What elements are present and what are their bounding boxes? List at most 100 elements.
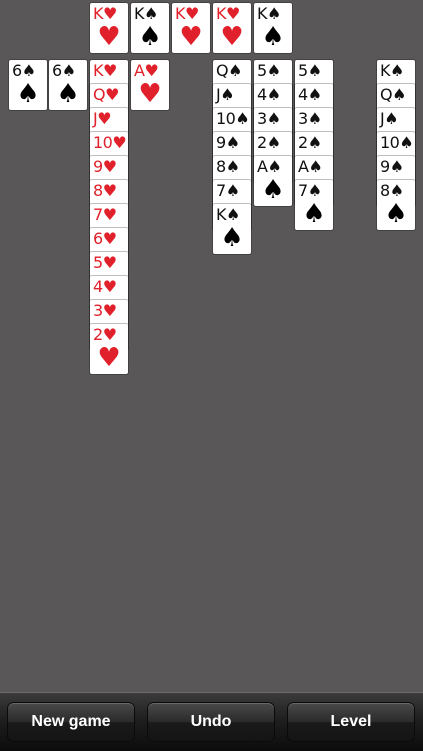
spade-icon: ♠ xyxy=(399,133,414,152)
card-rank: 8 xyxy=(380,181,390,200)
card-rank: 3 xyxy=(257,109,267,128)
heart-icon: ♥ xyxy=(185,4,199,23)
card-rank-suit: 5♠ xyxy=(257,61,281,81)
heart-icon: ♥ xyxy=(102,157,117,176)
heart-icon: ♥ xyxy=(102,181,117,200)
spade-icon: ♠ xyxy=(225,157,240,176)
card-rank: 2 xyxy=(298,133,308,152)
tableau-card[interactable]: 6♠ ♠ xyxy=(49,60,87,110)
card-rank-suit: 4♠ xyxy=(257,85,281,105)
heart-pip-icon: ♥ xyxy=(179,22,203,52)
spade-icon: ♠ xyxy=(144,4,158,23)
bottom-toolbar: New game Undo Level xyxy=(0,692,423,751)
card-rank-suit: 5♠ xyxy=(298,61,322,81)
card-rank: 6 xyxy=(12,61,22,80)
card-rank: 9 xyxy=(216,133,226,152)
card-rank: 3 xyxy=(93,301,103,320)
foundation-card[interactable]: K♠ ♠ xyxy=(254,3,292,53)
spade-pip-icon: ♠ xyxy=(384,199,408,229)
card-rank: 6 xyxy=(93,229,103,248)
new-game-button[interactable]: New game xyxy=(8,703,134,741)
card-rank: 3 xyxy=(298,109,308,128)
spade-icon: ♠ xyxy=(392,85,406,104)
spade-pip-icon: ♠ xyxy=(138,22,162,52)
card-rank: K xyxy=(93,61,104,80)
spade-icon: ♠ xyxy=(21,61,36,80)
card-rank-suit: K♥ xyxy=(175,4,199,24)
level-button[interactable]: Level xyxy=(288,703,414,741)
card-rank-suit: 10♠ xyxy=(216,109,250,129)
spade-icon: ♠ xyxy=(384,109,399,128)
card-rank-suit: 8♠ xyxy=(216,157,240,177)
card-rank-suit: 9♠ xyxy=(380,157,404,177)
foundation-card[interactable]: K♥ ♥ xyxy=(90,3,128,53)
card-rank: A xyxy=(134,61,145,80)
heart-pip-icon: ♥ xyxy=(97,22,121,52)
tableau-card[interactable]: A♥ ♥ xyxy=(131,60,169,110)
card-rank-suit: 7♠ xyxy=(216,181,240,201)
card-rank-suit: J♠ xyxy=(380,109,399,129)
tableau-card[interactable]: 8♠ ♠ xyxy=(377,180,415,230)
spade-icon: ♠ xyxy=(308,157,323,176)
spade-icon: ♠ xyxy=(225,133,240,152)
card-rank-suit: K♥ xyxy=(93,4,117,24)
card-rank-suit: 4♠ xyxy=(298,85,322,105)
card-rank-suit: A♠ xyxy=(298,157,323,177)
spade-icon: ♠ xyxy=(389,181,404,200)
heart-icon: ♥ xyxy=(105,85,119,104)
card-rank: Q xyxy=(216,61,229,80)
foundation-card[interactable]: K♠ ♠ xyxy=(131,3,169,53)
card-rank-suit: K♠ xyxy=(257,4,281,24)
heart-icon: ♥ xyxy=(102,205,117,224)
spade-icon: ♠ xyxy=(390,61,404,80)
card-rank-suit: 8♠ xyxy=(380,181,404,201)
foundation-card[interactable]: K♥ ♥ xyxy=(172,3,210,53)
card-rank-suit: A♥ xyxy=(134,61,159,81)
card-rank: 2 xyxy=(93,325,103,344)
spade-icon: ♠ xyxy=(226,205,240,224)
spade-icon: ♠ xyxy=(228,61,242,80)
heart-icon: ♥ xyxy=(102,229,117,248)
card-rank: 6 xyxy=(52,61,62,80)
card-rank-suit: 9♠ xyxy=(216,133,240,153)
tableau-card[interactable]: A♠ ♠ xyxy=(254,156,292,206)
card-rank-suit: 7♥ xyxy=(93,205,117,225)
card-rank: Q xyxy=(93,85,106,104)
card-rank: K xyxy=(216,4,227,23)
card-rank-suit: 6♠ xyxy=(52,61,76,81)
spade-icon: ♠ xyxy=(235,109,250,128)
card-rank-suit: 6♥ xyxy=(93,229,117,249)
tableau-card[interactable]: 7♠ ♠ xyxy=(295,180,333,230)
spade-icon: ♠ xyxy=(266,133,281,152)
spade-icon: ♠ xyxy=(389,157,404,176)
foundation-card[interactable]: K♥ ♥ xyxy=(213,3,251,53)
card-rank-suit: A♠ xyxy=(257,157,282,177)
tableau-card[interactable]: 6♠ ♠ xyxy=(9,60,47,110)
spade-pip-icon: ♠ xyxy=(56,79,80,109)
heart-icon: ♥ xyxy=(97,109,112,128)
card-rank-suit: K♥ xyxy=(93,61,117,81)
card-rank: 5 xyxy=(298,61,308,80)
heart-icon: ♥ xyxy=(103,4,117,23)
card-rank: 10 xyxy=(216,109,236,128)
card-rank: K xyxy=(257,4,268,23)
card-rank: 4 xyxy=(298,85,308,104)
spade-icon: ♠ xyxy=(220,85,235,104)
card-rank: 7 xyxy=(93,205,103,224)
card-rank-suit: K♠ xyxy=(216,205,240,225)
tableau-card[interactable]: K♠ ♠ xyxy=(213,204,251,254)
undo-button[interactable]: Undo xyxy=(148,703,274,741)
heart-pip-icon: ♥ xyxy=(97,343,121,373)
card-rank: 10 xyxy=(93,133,113,152)
tableau-card[interactable]: 2♥ ♥ xyxy=(90,324,128,374)
heart-icon: ♥ xyxy=(144,61,159,80)
card-rank-suit: K♥ xyxy=(216,4,240,24)
card-rank-suit: 2♠ xyxy=(298,133,322,153)
card-rank: Q xyxy=(380,85,393,104)
card-rank: 4 xyxy=(93,277,103,296)
card-rank: 4 xyxy=(257,85,267,104)
card-rank-suit: 2♠ xyxy=(257,133,281,153)
card-rank-suit: 10♥ xyxy=(93,133,127,153)
spade-pip-icon: ♠ xyxy=(261,175,285,205)
spade-icon: ♠ xyxy=(61,61,76,80)
